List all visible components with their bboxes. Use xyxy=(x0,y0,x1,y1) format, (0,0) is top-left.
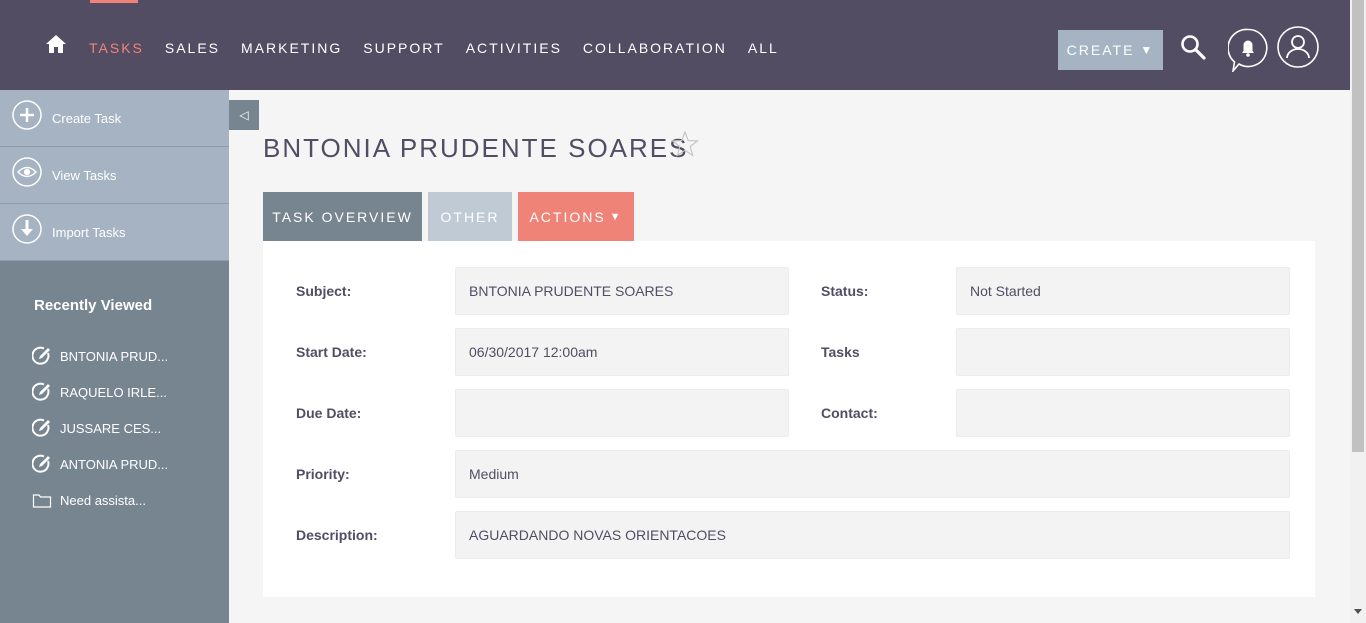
nav-collaboration[interactable]: COLLABORATION xyxy=(583,40,727,56)
start-date-field[interactable]: 06/30/2017 12:00am xyxy=(455,328,789,376)
user-profile-icon[interactable] xyxy=(1277,26,1319,68)
home-icon[interactable] xyxy=(45,34,67,54)
vertical-scrollbar[interactable] xyxy=(1350,0,1366,623)
task-detail-panel: Subject: BNTONIA PRUDENTE SOARES Status:… xyxy=(263,241,1315,597)
recent-item-label: Need assista... xyxy=(60,492,146,508)
due-date-field[interactable] xyxy=(455,389,789,437)
active-tab-indicator xyxy=(90,0,138,3)
tab-task-overview[interactable]: TASK OVERVIEW xyxy=(263,192,422,241)
sidebar-item-import-tasks[interactable]: Import Tasks xyxy=(0,204,229,261)
description-field[interactable]: AGUARDANDO NOVAS ORIENTACOES xyxy=(455,511,1290,559)
module-menu: TASKS SALES MARKETING SUPPORT ACTIVITIES… xyxy=(89,40,800,56)
caret-down-icon: ▼ xyxy=(609,210,623,223)
description-label: Description: xyxy=(296,527,378,543)
actions-dropdown-button[interactable]: ACTIONS ▼ xyxy=(518,192,634,241)
notifications-bell-icon[interactable] xyxy=(1228,28,1268,72)
detail-tabs: TASK OVERVIEW OTHER ACTIONS ▼ xyxy=(263,192,640,241)
download-icon xyxy=(12,214,42,244)
priority-field[interactable]: Medium xyxy=(455,450,1290,498)
sidebar-item-create-task[interactable]: Create Task xyxy=(0,90,229,147)
nav-all[interactable]: ALL xyxy=(748,40,779,56)
task-edit-icon xyxy=(32,382,50,401)
recent-item[interactable]: JUSSARE CES... xyxy=(32,410,168,446)
contact-field[interactable] xyxy=(956,389,1290,437)
search-icon[interactable] xyxy=(1180,34,1206,60)
tasks-label: Tasks xyxy=(821,344,860,360)
nav-tasks[interactable]: TASKS xyxy=(89,40,144,56)
actions-label: ACTIONS xyxy=(529,208,606,225)
scrollbar-thumb[interactable] xyxy=(1352,0,1364,452)
nav-marketing[interactable]: MARKETING xyxy=(241,40,342,56)
recent-item[interactable]: ANTONIA PRUD... xyxy=(32,446,168,482)
sidebar-actions: Create Task View Tasks Import Tasks xyxy=(0,90,229,261)
sidebar-item-label: Create Task xyxy=(52,110,122,126)
priority-label: Priority: xyxy=(296,466,350,482)
top-navigation-bar: TASKS SALES MARKETING SUPPORT ACTIVITIES… xyxy=(0,0,1350,90)
recent-item[interactable]: BNTONIA PRUD... xyxy=(32,338,168,374)
tasks-field[interactable] xyxy=(956,328,1290,376)
sidebar-item-label: View Tasks xyxy=(52,167,117,183)
sidebar-item-label: Import Tasks xyxy=(52,224,126,240)
recent-item[interactable]: Need assista... xyxy=(32,482,168,518)
contact-label: Contact: xyxy=(821,405,878,421)
subject-label: Subject: xyxy=(296,283,352,299)
task-edit-icon xyxy=(32,418,50,437)
nav-support[interactable]: SUPPORT xyxy=(363,40,444,56)
sidebar: Create Task View Tasks Import Tasks Rece… xyxy=(0,90,229,623)
favorite-star-icon[interactable] xyxy=(671,130,699,158)
recent-item[interactable]: RAQUELO IRLE... xyxy=(32,374,168,410)
page-title: BNTONIA PRUDENTE SOARES xyxy=(263,133,689,163)
create-button[interactable]: CREATE ▼ xyxy=(1058,30,1163,70)
eye-icon xyxy=(12,157,42,187)
sidebar-collapse-button[interactable]: ◁ xyxy=(229,100,259,130)
folder-icon xyxy=(32,494,52,508)
caret-down-icon: ▼ xyxy=(1140,43,1155,57)
status-field[interactable]: Not Started xyxy=(956,267,1290,315)
status-label: Status: xyxy=(821,283,869,299)
due-date-label: Due Date: xyxy=(296,405,362,421)
recent-item-label: RAQUELO IRLE... xyxy=(60,384,167,400)
recently-viewed-heading: Recently Viewed xyxy=(34,297,153,314)
task-edit-icon xyxy=(32,454,50,473)
recently-viewed-list: BNTONIA PRUD... RAQUELO IRLE... JUSSARE … xyxy=(32,338,168,518)
create-button-label: CREATE xyxy=(1066,42,1135,58)
nav-activities[interactable]: ACTIVITIES xyxy=(466,40,562,56)
task-edit-icon xyxy=(32,346,50,365)
start-date-label: Start Date: xyxy=(296,344,367,360)
tab-other[interactable]: OTHER xyxy=(428,192,512,241)
scroll-down-arrow-icon[interactable] xyxy=(1354,609,1362,614)
triangle-left-icon: ◁ xyxy=(239,108,249,122)
subject-field[interactable]: BNTONIA PRUDENTE SOARES xyxy=(455,267,789,315)
sidebar-item-view-tasks[interactable]: View Tasks xyxy=(0,147,229,204)
plus-circle-icon xyxy=(12,100,42,130)
recent-item-label: BNTONIA PRUD... xyxy=(60,348,169,364)
recent-item-label: JUSSARE CES... xyxy=(60,420,162,436)
nav-sales[interactable]: SALES xyxy=(165,40,220,56)
recent-item-label: ANTONIA PRUD... xyxy=(60,456,169,472)
